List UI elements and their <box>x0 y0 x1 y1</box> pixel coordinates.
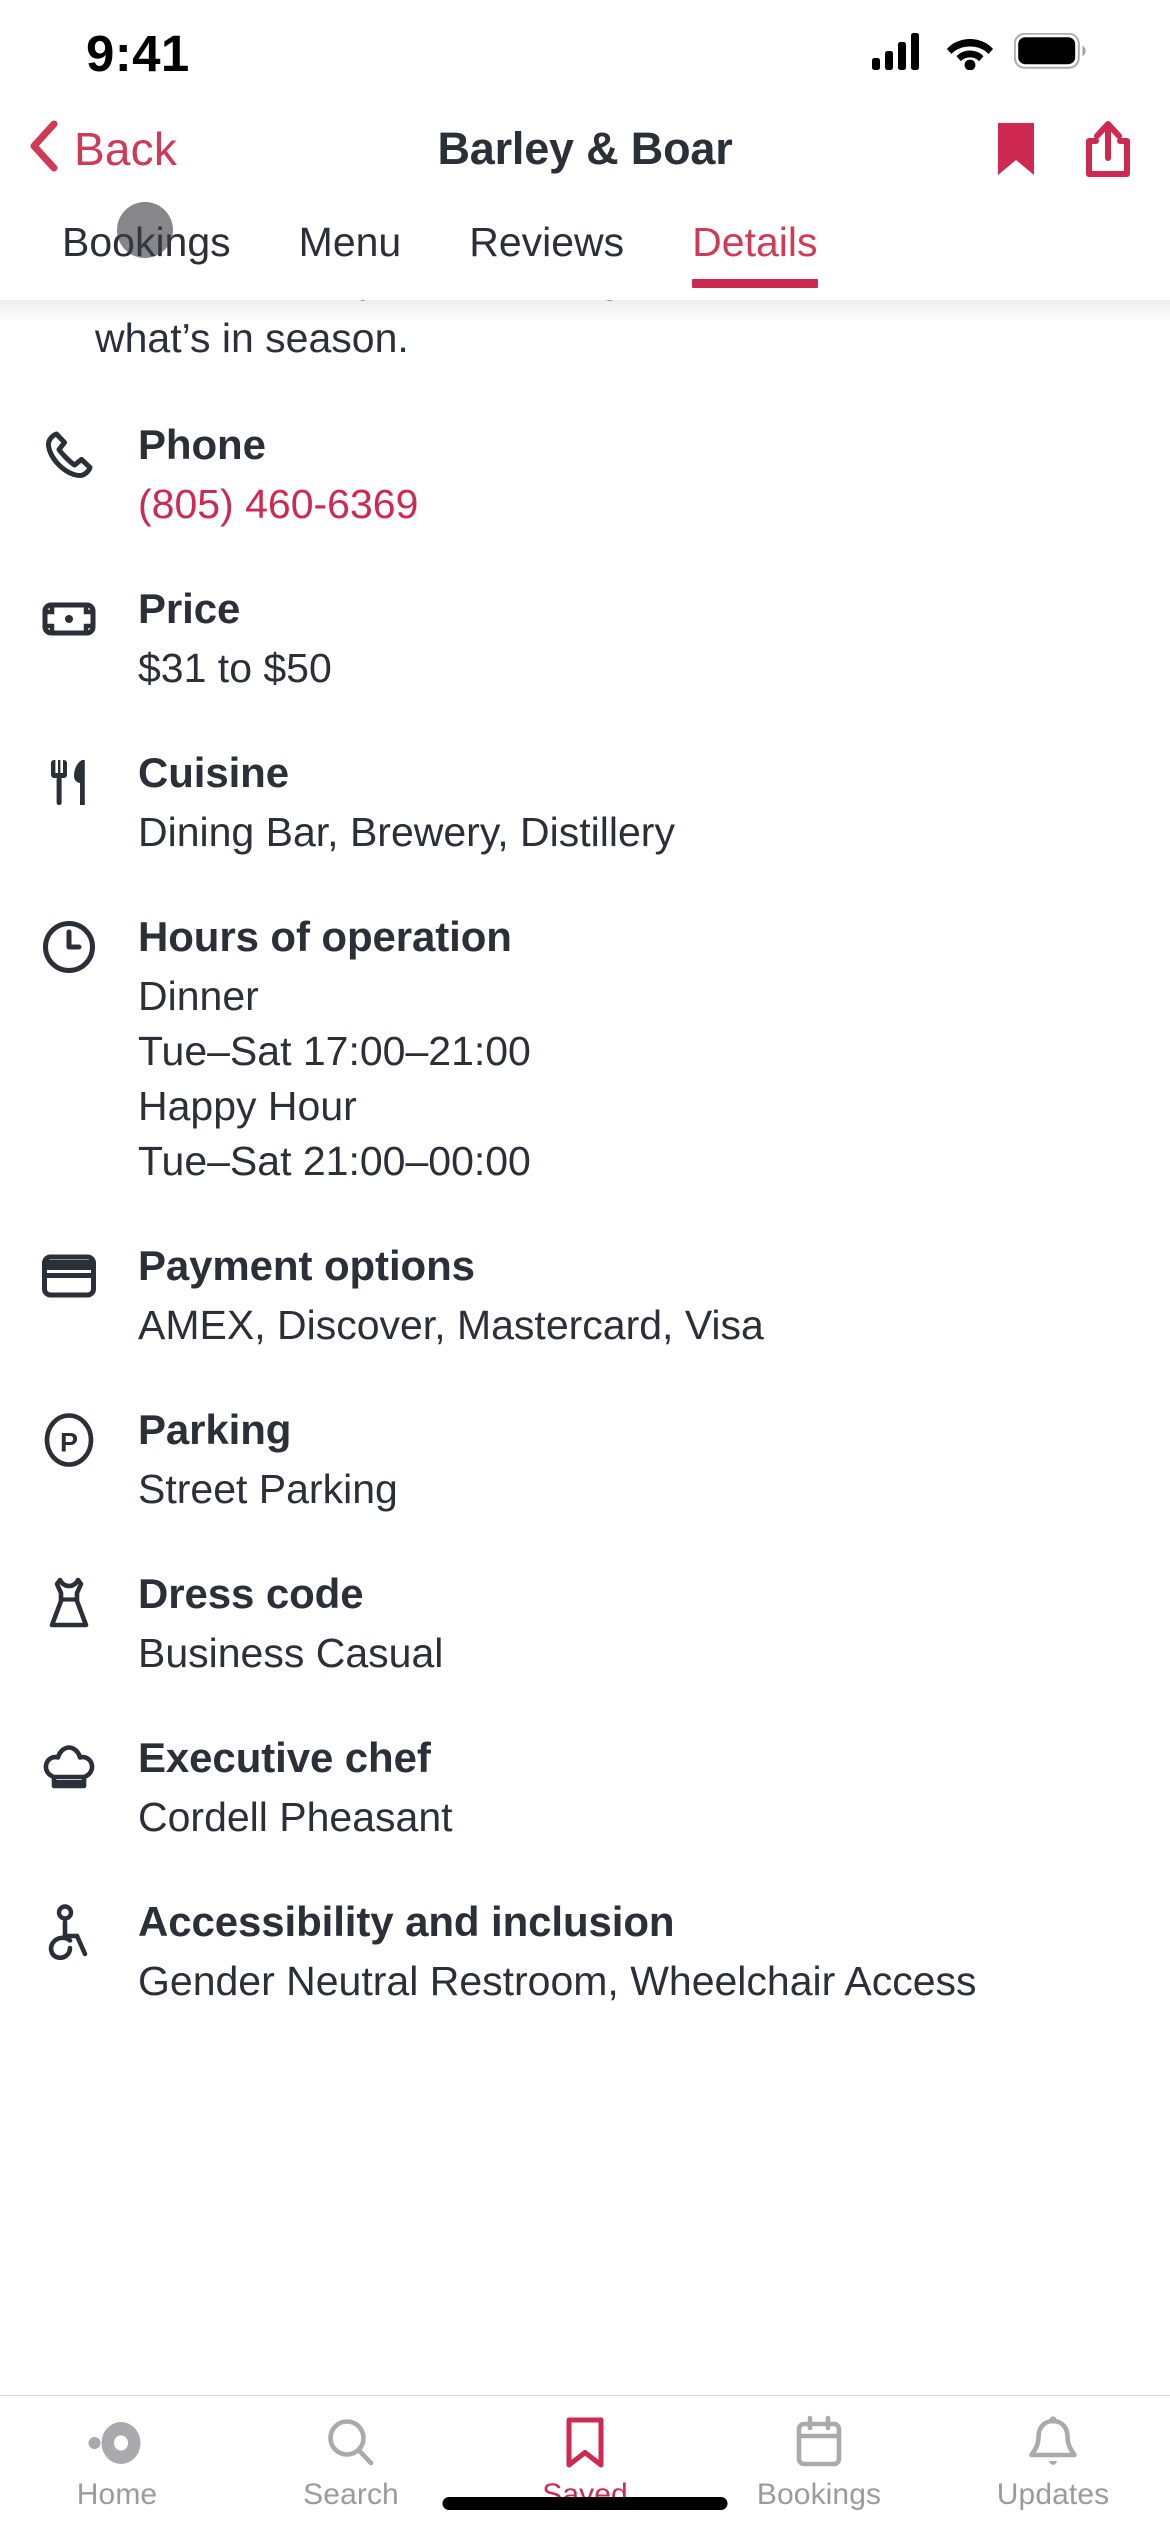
bell-icon <box>1025 2412 1081 2474</box>
back-button-label: Back <box>74 122 178 175</box>
parking-icon: P <box>40 1411 98 1469</box>
section-tabs: Bookings Menu Reviews Details <box>0 201 1170 300</box>
phone-number-link[interactable]: (805) 460-6369 <box>138 477 1130 532</box>
chef-hat-icon <box>40 1739 98 1797</box>
back-button[interactable]: Back <box>22 118 177 179</box>
chevron-left-icon <box>22 118 66 179</box>
tabbar-item-updates[interactable]: Updates <box>936 2396 1170 2512</box>
cellular-signal-icon <box>872 32 926 75</box>
fork-knife-icon <box>40 754 98 812</box>
wifi-icon <box>945 32 995 75</box>
details-scroll-area[interactable]: Join us monthly as we change our menu to… <box>0 300 1170 2395</box>
detail-row-price: Price $31 to $50 <box>40 584 1130 696</box>
detail-value: Cordell Pheasant <box>138 1794 453 1840</box>
status-bar-indicators <box>872 32 1086 75</box>
detail-title: Parking <box>138 1406 292 1453</box>
tabbar-label: Search <box>303 2478 399 2511</box>
detail-row-executive-chef: Executive chef Cordell Pheasant <box>40 1733 1130 1845</box>
tabbar-label: Home <box>76 2478 158 2511</box>
clock-icon <box>40 918 98 976</box>
dress-icon <box>40 1575 98 1633</box>
detail-title: Executive chef <box>138 1734 431 1781</box>
hours-line: Happy Hour <box>138 1083 357 1129</box>
detail-row-parking: P Parking Street Parking <box>40 1405 1130 1517</box>
detail-row-cuisine: Cuisine Dining Bar, Brewery, Distillery <box>40 748 1130 860</box>
detail-row-hours: Hours of operation Dinner Tue–Sat 17:00–… <box>40 912 1130 1189</box>
detail-title: Dress code <box>138 1570 364 1617</box>
detail-value: Gender Neutral Restroom, Wheelchair Acce… <box>138 1958 977 2004</box>
detail-value-multiline: Dinner Tue–Sat 17:00–21:00 Happy Hour Tu… <box>138 969 1130 1189</box>
hours-line: Dinner <box>138 973 259 1019</box>
detail-value: Dining Bar, Brewery, Distillery <box>138 809 675 855</box>
bottom-tab-bar: Home Search Saved Bookings Updates <box>0 2395 1170 2532</box>
tab-menu[interactable]: Menu <box>265 201 436 266</box>
tabbar-label: Bookings <box>756 2478 882 2511</box>
tabbar-item-saved[interactable]: Saved <box>468 2396 702 2512</box>
bookmark-icon <box>561 2412 609 2474</box>
tabbar-item-search[interactable]: Search <box>234 2396 468 2512</box>
detail-list: Phone (805) 460-6369 Price $31 to $50 Cu… <box>0 420 1170 2009</box>
detail-value: Street Parking <box>138 1466 398 1512</box>
detail-title: Cuisine <box>138 749 289 796</box>
phone-screen: 9:41 Barley & Boar Back Bookings Menu Re… <box>0 0 1170 2532</box>
detail-value: $31 to $50 <box>138 645 332 691</box>
phone-icon <box>40 426 98 484</box>
status-bar-time: 9:41 <box>86 24 190 82</box>
accessibility-icon <box>40 1903 98 1961</box>
opentable-logo-icon <box>86 2412 148 2474</box>
tabbar-item-bookings[interactable]: Bookings <box>702 2396 936 2512</box>
detail-title: Hours of operation <box>138 913 512 960</box>
detail-value: Business Casual <box>138 1630 444 1676</box>
status-bar: 9:41 <box>0 0 1170 96</box>
credit-card-icon <box>40 1247 98 1305</box>
detail-title: Accessibility and inclusion <box>138 1898 675 1945</box>
nav-bar: Barley & Boar Back <box>0 96 1170 201</box>
detail-value: AMEX, Discover, Mastercard, Visa <box>138 1302 764 1348</box>
tab-bookings[interactable]: Bookings <box>28 201 265 266</box>
detail-row-dress-code: Dress code Business Casual <box>40 1569 1130 1681</box>
battery-icon <box>1013 32 1086 74</box>
tabbar-label: Updates <box>996 2478 1110 2511</box>
hours-line: Tue–Sat 21:00–00:00 <box>138 1138 531 1184</box>
detail-row-accessibility: Accessibility and inclusion Gender Neutr… <box>40 1897 1130 2009</box>
money-bill-icon <box>40 590 98 648</box>
detail-row-phone: Phone (805) 460-6369 <box>40 420 1130 532</box>
detail-title: Phone <box>138 421 266 468</box>
description-text: Join us monthly as we change our menu to… <box>95 300 1068 361</box>
share-icon[interactable] <box>1082 120 1134 178</box>
detail-row-payment: Payment options AMEX, Discover, Masterca… <box>40 1241 1130 1353</box>
detail-title: Payment options <box>138 1242 475 1289</box>
tab-reviews[interactable]: Reviews <box>435 201 658 266</box>
tabbar-item-home[interactable]: Home <box>0 2396 234 2512</box>
calendar-icon <box>791 2412 847 2474</box>
search-icon <box>323 2412 379 2474</box>
detail-title: Price <box>138 585 241 632</box>
nav-actions <box>994 120 1134 178</box>
home-indicator <box>442 2497 728 2510</box>
tab-details[interactable]: Details <box>658 201 851 288</box>
hours-line: Tue–Sat 17:00–21:00 <box>138 1028 531 1074</box>
svg-text:P: P <box>60 1428 78 1458</box>
bookmark-icon[interactable] <box>994 120 1038 178</box>
